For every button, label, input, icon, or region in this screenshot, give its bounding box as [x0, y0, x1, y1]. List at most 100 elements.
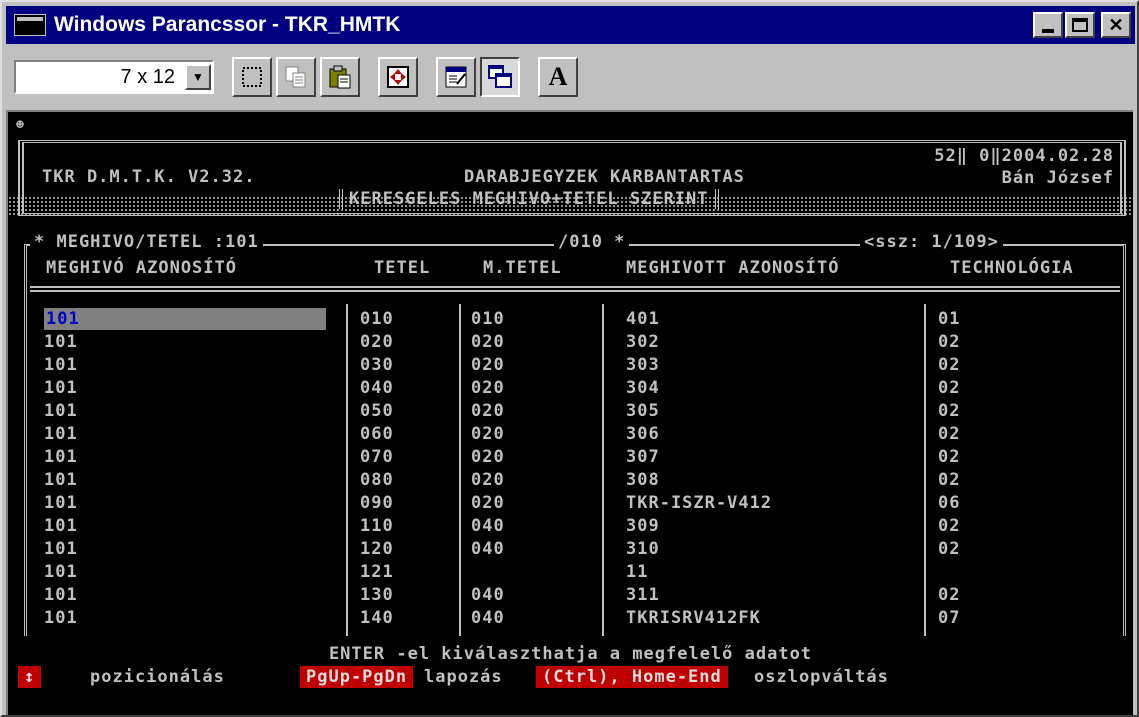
- maximize-button[interactable]: [1065, 12, 1095, 38]
- cell-technology: 06: [938, 493, 961, 513]
- key-help-bar: ↕ pozicionálás PgUp-PgDn lapozás (Ctrl),…: [8, 666, 1133, 688]
- table-row[interactable]: 101 010 010 401 01: [8, 308, 1128, 330]
- console-app-icon[interactable]: [14, 14, 46, 36]
- arrow-keys-hint: ↕: [18, 666, 42, 688]
- font-size-select[interactable]: 7 x 12 ▼: [14, 60, 214, 94]
- background-button[interactable]: [480, 57, 520, 97]
- cell-technology: 02: [938, 585, 961, 605]
- cell-tetel: 110: [360, 516, 394, 536]
- cell-id: 101: [44, 562, 78, 582]
- cell-id: 101: [44, 332, 78, 352]
- column-keys-hint: (Ctrl), Home-End: [536, 666, 728, 688]
- column-keys-label: oszlopváltás: [754, 667, 889, 687]
- user-name: Bán József: [1001, 168, 1114, 188]
- table-row[interactable]: 101 080 020 308 02: [8, 469, 1128, 491]
- table-row[interactable]: 101 140 040 TKRISRV412FK 07: [8, 607, 1128, 629]
- cell-mtetel: 040: [471, 608, 505, 628]
- font-button[interactable]: A: [538, 57, 578, 97]
- full-screen-button[interactable]: [378, 57, 418, 97]
- font-size-value: 7 x 12: [120, 65, 175, 88]
- cell-called-id: 307: [626, 447, 660, 467]
- cell-called-id: 308: [626, 470, 660, 490]
- cell-technology: 02: [938, 378, 961, 398]
- mark-button[interactable]: [232, 57, 272, 97]
- cell-called-id: 305: [626, 401, 660, 421]
- table-row[interactable]: 101 050 020 305 02: [8, 400, 1128, 422]
- cell-tetel: 030: [360, 355, 394, 375]
- chevron-down-icon[interactable]: ▼: [185, 64, 211, 90]
- font-icon: A: [548, 62, 568, 91]
- cell-mtetel: 040: [471, 585, 505, 605]
- cell-id: 101: [44, 378, 78, 398]
- cell-mtetel: 020: [471, 470, 505, 490]
- table-row[interactable]: 101 121 11: [8, 561, 1128, 583]
- properties-button[interactable]: [436, 57, 476, 97]
- table-row[interactable]: 101 120 040 310 02: [8, 538, 1128, 560]
- cell-tetel: 040: [360, 378, 394, 398]
- cell-mtetel: 020: [471, 378, 505, 398]
- cell-id: 101: [44, 355, 78, 375]
- cell-called-id: 310: [626, 539, 660, 559]
- close-button[interactable]: ✕: [1101, 12, 1131, 38]
- cell-called-id: 302: [626, 332, 660, 352]
- close-icon: ✕: [1108, 15, 1124, 35]
- record-counter: <ssz: 1/109>: [860, 232, 1003, 252]
- table-row[interactable]: 101 070 020 307 02: [8, 446, 1128, 468]
- cell-called-id: 11: [626, 562, 649, 582]
- column-header-called-id: MEGHIVOTT AZONOSÍTÓ: [626, 258, 840, 278]
- copy-button[interactable]: [276, 57, 316, 97]
- table-row[interactable]: 101 020 020 302 02: [8, 331, 1128, 353]
- minimize-icon: [1042, 29, 1054, 33]
- cell-called-id: TKRISRV412FK: [626, 608, 761, 628]
- cell-called-id: 401: [626, 309, 660, 329]
- instruction-text: ENTER -el kiválaszthatja a megfelelő ada…: [328, 644, 813, 664]
- cell-technology: 02: [938, 401, 961, 421]
- cell-called-id: 306: [626, 424, 660, 444]
- dotted-divider: [8, 196, 1133, 216]
- cell-mtetel: 020: [471, 401, 505, 421]
- cell-mtetel: 020: [471, 493, 505, 513]
- page-keys-label: lapozás: [424, 667, 503, 687]
- session-info: 52‖ 0‖2004.02.28 Bán József: [926, 145, 1114, 189]
- cell-technology: 02: [938, 516, 961, 536]
- console-screen[interactable]: ☻ TKR D.M.T.K. V2.32. DARABJEGYZEK KARBA…: [6, 110, 1133, 715]
- cell-tetel: 121: [360, 562, 394, 582]
- cell-mtetel: 020: [471, 447, 505, 467]
- cell-called-id: 309: [626, 516, 660, 536]
- cell-tetel: 090: [360, 493, 394, 513]
- properties-icon: [445, 66, 467, 88]
- cell-id: 101: [44, 585, 78, 605]
- cell-technology: 02: [938, 424, 961, 444]
- screen-title: DARABJEGYZEK KARBANTARTAS: [464, 167, 745, 187]
- cell-id: 101: [44, 308, 326, 330]
- cell-mtetel: 040: [471, 539, 505, 559]
- table-row[interactable]: 101 110 040 309 02: [8, 515, 1128, 537]
- column-header-mtetel: M.TETEL: [483, 258, 562, 278]
- cell-id: 101: [44, 608, 78, 628]
- list-position: /010 *: [554, 232, 630, 252]
- cell-id: 101: [44, 539, 78, 559]
- table-row[interactable]: 101 090 020 TKR-ISZR-V412 06: [8, 492, 1128, 514]
- cell-id: 101: [44, 447, 78, 467]
- cell-tetel: 010: [360, 309, 394, 329]
- table-row[interactable]: 101 060 020 306 02: [8, 423, 1128, 445]
- cell-technology: 02: [938, 470, 961, 490]
- cell-technology: 07: [938, 608, 961, 628]
- background-icon: [488, 65, 512, 88]
- console-window: Windows Parancssor - TKR_HMTK ✕ 7 x 12 ▼: [0, 0, 1139, 717]
- paste-button[interactable]: [320, 57, 360, 97]
- console-toolbar: 7 x 12 ▼ A: [6, 48, 1135, 106]
- cell-mtetel: 040: [471, 516, 505, 536]
- table-row[interactable]: 101 040 020 304 02: [8, 377, 1128, 399]
- copy-icon: [285, 66, 306, 88]
- table-row[interactable]: 101 030 020 303 02: [8, 354, 1128, 376]
- title-bar[interactable]: Windows Parancssor - TKR_HMTK ✕: [6, 6, 1135, 44]
- cell-technology: 02: [938, 332, 961, 352]
- paste-icon: [329, 65, 351, 89]
- table-row[interactable]: 101 130 040 311 02: [8, 584, 1128, 606]
- minimize-button[interactable]: [1033, 12, 1063, 38]
- cell-tetel: 020: [360, 332, 394, 352]
- cell-tetel: 080: [360, 470, 394, 490]
- cell-called-id: 303: [626, 355, 660, 375]
- cell-tetel: 140: [360, 608, 394, 628]
